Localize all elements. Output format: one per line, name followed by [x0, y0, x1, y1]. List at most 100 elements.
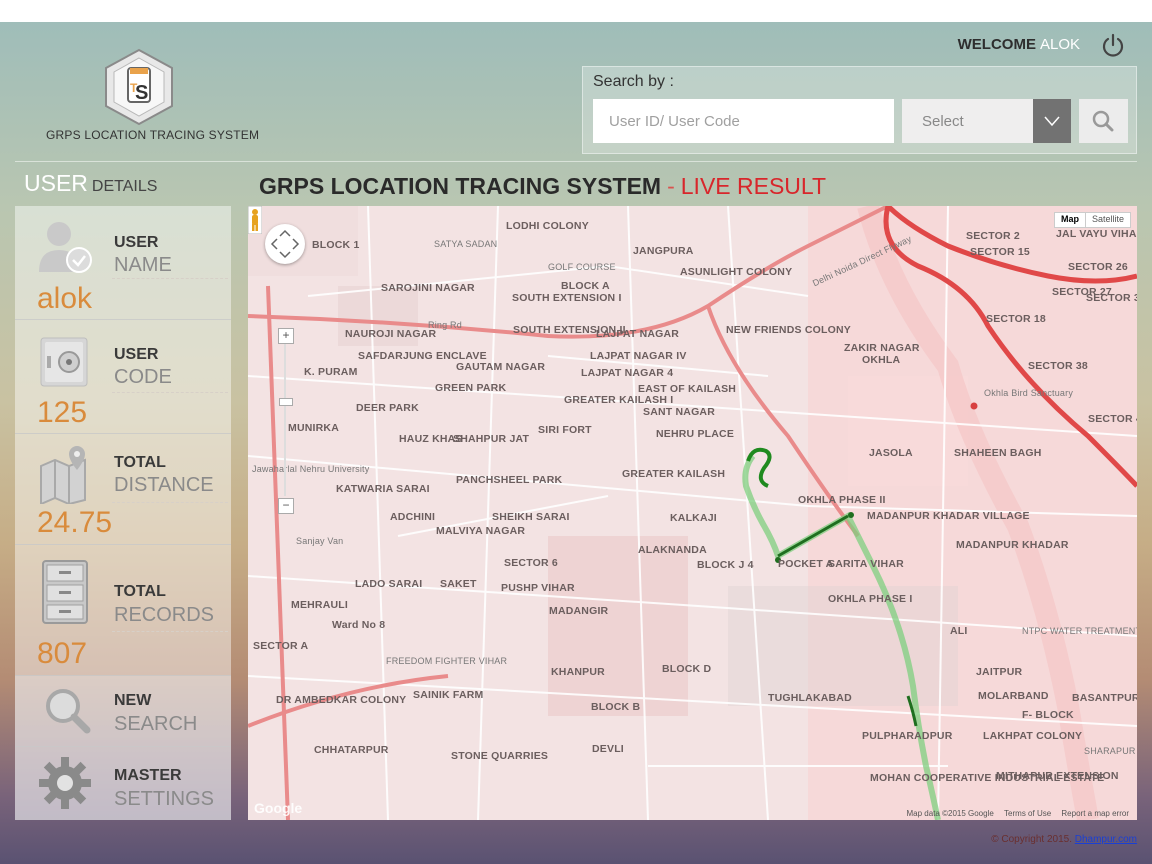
map-label: KATWARIA SARAI	[336, 483, 430, 495]
select-arrow[interactable]	[1033, 99, 1071, 143]
map-label: GREEN PARK	[435, 382, 507, 394]
map-label: ADCHINI	[390, 511, 436, 523]
map-view[interactable]: LODHI COLONY JANGPURA SECTOR 2 JAL VAYU …	[248, 206, 1137, 820]
map-label: MUNIRKA	[288, 422, 339, 434]
select-value: Select	[922, 113, 964, 130]
map-label: NTPC WATER TREATMENT PLANT	[1022, 626, 1137, 636]
search-icon	[1092, 110, 1114, 132]
logo-text: GRPS LOCATION TRACING SYSTEM	[46, 128, 260, 142]
map-label: SHAHEEN BAGH	[954, 447, 1042, 459]
map-label: SHARAPUR EXTENSION	[1084, 746, 1137, 756]
welcome-username: ALOK	[1039, 36, 1080, 53]
welcome-label: WELCOME	[957, 36, 1036, 53]
page-title-main: GRPS LOCATION TRACING SYSTEM	[259, 173, 662, 199]
user-name-card: USER NAME alok	[15, 206, 231, 320]
map-label: GREATER KAILASH	[622, 468, 726, 480]
card-divider	[112, 502, 228, 503]
pan-control[interactable]	[265, 224, 305, 264]
map-label: DEER PARK	[356, 402, 419, 414]
map-label: LODHI COLONY	[506, 220, 589, 232]
map-label: BLOCK 1	[312, 239, 360, 251]
map-label: LAJPAT NAGAR IV	[590, 350, 687, 362]
terms-link[interactable]: Terms of Use	[1004, 809, 1051, 818]
map-label: SAINIK FARM	[413, 689, 484, 701]
map-label: SARITA VIHAR	[828, 558, 904, 570]
magnifier-icon	[46, 689, 91, 734]
card-label-bottom: DISTANCE	[114, 474, 214, 496]
search-button[interactable]	[1079, 99, 1128, 143]
map-label: MEHRAULI	[291, 599, 349, 611]
new-search-button[interactable]: NEW SEARCH	[15, 676, 231, 747]
search-type-select[interactable]: Select	[902, 99, 1071, 143]
map-label: SHEIKH SARAI	[492, 511, 570, 523]
user-code-value: 125	[37, 396, 88, 429]
map-label: GAUTAM NAGAR	[456, 361, 546, 373]
card-divider	[112, 278, 228, 279]
safe-icon	[40, 337, 88, 387]
user-details-title-small: DETAILS	[91, 178, 158, 195]
map-label: LAKHPAT COLONY	[983, 730, 1083, 742]
map-label: SECTOR 18	[986, 313, 1046, 325]
map-label: SECTOR A	[253, 640, 309, 652]
map-label: SECTOR 2	[966, 230, 1020, 242]
zoom-out-button[interactable]: −	[278, 498, 294, 514]
map-label: JAL VAYU VIHAR	[1056, 228, 1137, 240]
map-label: Okhla Bird Sanctuary	[984, 388, 1074, 398]
card-label-bottom: NAME	[114, 254, 172, 276]
map-label: DEVLI	[592, 743, 624, 755]
map-label: ALAKNANDA	[638, 544, 707, 556]
live-result-label: LIVE RESULT	[680, 173, 827, 199]
logo[interactable]: S T GRPS LOCATION TRACING SYSTEM	[44, 48, 260, 143]
map-label: MALVIYA NAGAR	[436, 525, 526, 537]
total-distance-card: TOTAL DISTANCE 24.75	[15, 434, 231, 545]
power-icon[interactable]	[1100, 33, 1126, 59]
card-label-top: TOTAL	[114, 583, 166, 600]
total-records-card: TOTAL RECORDS 807	[15, 545, 231, 676]
report-error-link[interactable]: Report a map error	[1061, 809, 1129, 818]
map-label: Jawaharlal Nehru University	[252, 464, 370, 474]
user-code-card: USER CODE 125	[15, 320, 231, 434]
map-label: SOUTH EXTENSION I	[512, 292, 622, 304]
card-label-bottom: RECORDS	[114, 604, 215, 626]
pegman-icon[interactable]	[248, 206, 262, 234]
pan-arrows-icon	[270, 229, 300, 259]
gear-icon	[39, 757, 91, 809]
card-label-bottom: CODE	[114, 366, 172, 388]
map-label: MADANPUR KHADAR VILLAGE	[867, 510, 1030, 522]
zoom-slider-track[interactable]	[284, 344, 286, 496]
welcome-text: WELCOME ALOK	[958, 36, 1080, 53]
user-id-input[interactable]	[593, 99, 894, 143]
copyright-link[interactable]: Dhampur.com	[1075, 834, 1137, 845]
map-label: SATYA SADAN	[434, 239, 498, 249]
map-label: KALKAJI	[670, 512, 717, 524]
zoom-in-button[interactable]: +	[278, 328, 294, 344]
map-label: F- BLOCK	[1022, 709, 1074, 721]
card-label-top: USER	[114, 346, 159, 363]
map-type-map[interactable]: Map	[1055, 213, 1085, 227]
user-details-title: USER DETAILS	[24, 170, 157, 197]
map-label: SECTOR 38	[1028, 360, 1088, 372]
map-label: GOLF COURSE	[548, 262, 616, 272]
total-records-value: 807	[37, 637, 88, 670]
master-settings-button[interactable]: MASTER SETTINGS	[15, 747, 231, 820]
map-label: Ward No 8	[332, 619, 386, 631]
card-divider	[112, 392, 228, 393]
map-pin-icon	[40, 446, 86, 504]
map-label: CHHATARPUR	[314, 744, 389, 756]
map-label: MOHAN COOPERATIVE INDUSTRIAL ESTATE	[870, 772, 1105, 784]
map-label: SAKET	[440, 578, 477, 590]
map-label: DR AMBEDKAR COLONY	[276, 694, 407, 706]
map-label: PULPHARADPUR	[862, 730, 953, 742]
map-label: LAJPAT NAGAR 4	[581, 367, 674, 379]
map-label: LADO SARAI	[355, 578, 423, 590]
map-label: STONE QUARRIES	[451, 750, 549, 762]
card-label-bottom: SETTINGS	[114, 788, 215, 810]
card-label-top: NEW	[114, 692, 152, 709]
card-label-top: TOTAL	[114, 454, 166, 471]
map-label: MADANGIR	[549, 605, 609, 617]
zoom-slider-thumb[interactable]	[279, 398, 293, 406]
map-label: MADANPUR KHADAR	[956, 539, 1069, 551]
map-label: GREATER KAILASH I	[564, 394, 674, 406]
map-type-satellite[interactable]: Satellite	[1084, 213, 1130, 227]
map-label: POCKET A	[778, 558, 834, 570]
